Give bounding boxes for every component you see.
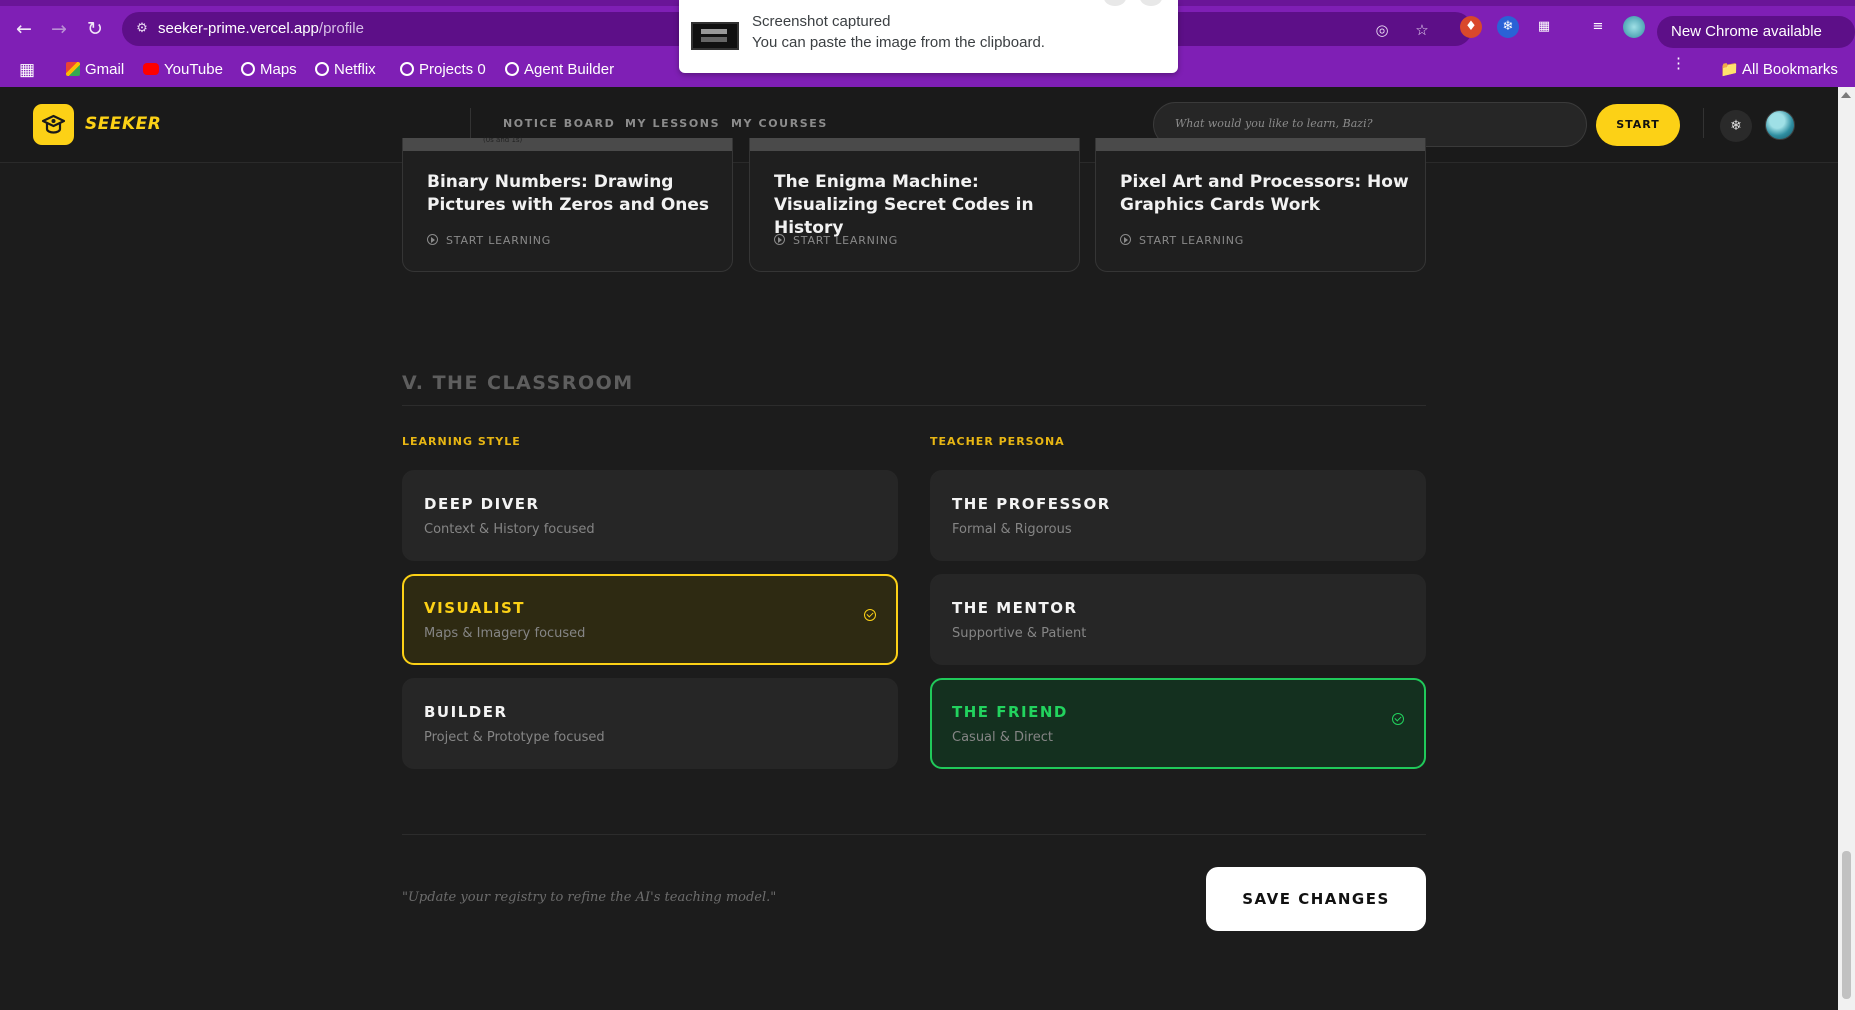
course-thumbnail: (0s and 1s) xyxy=(403,136,732,151)
course-thumbnail xyxy=(750,138,1079,151)
logo-text[interactable]: SEEKER xyxy=(85,114,161,134)
play-circle-icon xyxy=(774,234,785,245)
globe-icon xyxy=(505,62,519,76)
site-info-icon[interactable]: ⚙ xyxy=(132,19,152,39)
check-circle-icon xyxy=(864,609,876,621)
course-card[interactable]: Pixel Art and Processors: How Graphics C… xyxy=(1095,138,1426,272)
start-learning-link[interactable]: START LEARNING xyxy=(1120,234,1244,247)
logo-mark[interactable] xyxy=(33,104,74,145)
gmail-icon xyxy=(66,62,80,76)
bookmark-projects[interactable]: Projects 0 xyxy=(400,60,486,80)
screenshot-toast: Screenshot captured You can paste the im… xyxy=(679,0,1178,73)
folder-icon: 📁 xyxy=(1720,61,1739,78)
nav-divider xyxy=(470,108,471,138)
learning-style-label: LEARNING STYLE xyxy=(402,435,521,448)
option-title: THE FRIEND xyxy=(952,703,1068,721)
option-title: DEEP DIVER xyxy=(424,495,540,513)
search-placeholder: What would you like to learn, Bazi? xyxy=(1175,117,1373,130)
user-avatar[interactable] xyxy=(1765,110,1795,140)
bookmark-agent-builder[interactable]: Agent Builder xyxy=(505,60,614,80)
option-subtitle: Maps & Imagery focused xyxy=(424,626,586,641)
toast-action-icon[interactable] xyxy=(1104,0,1126,6)
page-scrollbar[interactable] xyxy=(1838,87,1855,1010)
course-card[interactable]: (0s and 1s) Binary Numbers: Drawing Pict… xyxy=(402,136,733,272)
toast-subtitle: You can paste the image from the clipboa… xyxy=(752,34,1045,51)
bookmark-netflix[interactable]: Netflix xyxy=(315,60,376,80)
thumbnail-caption: (0s and 1s) xyxy=(483,136,523,144)
forward-arrow-icon[interactable]: → xyxy=(46,16,72,42)
fox-extension-icon[interactable]: ♦ xyxy=(1460,16,1482,38)
option-subtitle: Casual & Direct xyxy=(952,730,1053,745)
puzzle-extension-icon[interactable]: ▦ xyxy=(1533,16,1555,38)
start-button[interactable]: START xyxy=(1596,104,1680,146)
toast-close-icon[interactable] xyxy=(1140,0,1162,6)
profile-avatar-icon[interactable] xyxy=(1623,16,1645,38)
back-arrow-icon[interactable]: ← xyxy=(11,16,37,42)
bookmark-maps[interactable]: Maps xyxy=(241,60,297,80)
all-bookmarks-button[interactable]: 📁 All Bookmarks xyxy=(1720,60,1838,80)
footer-quote: "Update your registry to refine the AI's… xyxy=(402,890,777,905)
option-subtitle: Project & Prototype focused xyxy=(424,730,605,745)
globe-icon xyxy=(315,62,329,76)
start-learning-link[interactable]: START LEARNING xyxy=(427,234,551,247)
page-viewport: SEEKER NOTICE BOARD MY LESSONS MY COURSE… xyxy=(0,87,1838,1010)
screenshot-thumbnail[interactable] xyxy=(691,22,739,50)
header-divider xyxy=(1703,108,1704,138)
reload-icon[interactable]: ↻ xyxy=(82,16,108,42)
option-title: THE MENTOR xyxy=(952,599,1078,617)
globe-icon xyxy=(241,62,255,76)
section-divider xyxy=(402,405,1426,406)
star-icon[interactable]: ☆ xyxy=(1412,20,1432,40)
course-title: Pixel Art and Processors: How Graphics C… xyxy=(1120,172,1409,215)
nav-my-courses[interactable]: MY COURSES xyxy=(731,117,828,130)
graduation-cap-icon xyxy=(41,114,66,134)
youtube-icon xyxy=(143,63,159,75)
eye-off-icon[interactable]: ◎ xyxy=(1372,20,1392,40)
section-title: V. THE CLASSROOM xyxy=(402,372,634,394)
play-circle-icon xyxy=(1120,234,1131,245)
teacher-persona-label: TEACHER PERSONA xyxy=(930,435,1065,448)
footer-divider xyxy=(402,834,1426,835)
option-title: VISUALIST xyxy=(424,599,525,617)
gear-extension-icon[interactable]: ❄ xyxy=(1497,16,1519,38)
settings-gear-icon[interactable]: ❄ xyxy=(1720,110,1752,142)
scrollbar-thumb[interactable] xyxy=(1842,851,1851,999)
bookmark-youtube[interactable]: YouTube xyxy=(143,60,223,80)
save-changes-button[interactable]: SAVE CHANGES xyxy=(1206,867,1426,931)
play-circle-icon xyxy=(427,234,438,245)
option-the-friend[interactable]: THE FRIEND Casual & Direct xyxy=(930,678,1426,769)
option-title: BUILDER xyxy=(424,703,508,721)
course-thumbnail xyxy=(1096,138,1425,151)
toast-title: Screenshot captured xyxy=(752,13,891,30)
option-title: THE PROFESSOR xyxy=(952,495,1111,513)
apps-grid-icon[interactable]: ▦ xyxy=(19,60,35,80)
nav-my-lessons[interactable]: MY LESSONS xyxy=(625,117,720,130)
media-control-icon[interactable]: ≡ xyxy=(1587,16,1609,38)
option-visualist[interactable]: VISUALIST Maps & Imagery focused xyxy=(402,574,898,665)
course-title: The Enigma Machine: Visualizing Secret C… xyxy=(774,172,1034,238)
option-deep-diver[interactable]: DEEP DIVER Context & History focused xyxy=(402,470,898,561)
nav-notice-board[interactable]: NOTICE BOARD xyxy=(503,117,615,130)
start-learning-link[interactable]: START LEARNING xyxy=(774,234,898,247)
option-subtitle: Formal & Rigorous xyxy=(952,522,1072,537)
globe-icon xyxy=(400,62,414,76)
course-card[interactable]: The Enigma Machine: Visualizing Secret C… xyxy=(749,138,1080,272)
scroll-up-arrow-icon[interactable] xyxy=(1841,92,1851,98)
bookmark-gmail[interactable]: Gmail xyxy=(66,60,124,80)
option-builder[interactable]: BUILDER Project & Prototype focused xyxy=(402,678,898,769)
new-chrome-button[interactable]: New Chrome available ⋮ xyxy=(1657,16,1855,72)
option-the-professor[interactable]: THE PROFESSOR Formal & Rigorous xyxy=(930,470,1426,561)
course-title: Binary Numbers: Drawing Pictures with Ze… xyxy=(427,172,710,215)
option-the-mentor[interactable]: THE MENTOR Supportive & Patient xyxy=(930,574,1426,665)
url-text: seeker-prime.vercel.app/profile xyxy=(158,20,364,37)
option-subtitle: Supportive & Patient xyxy=(952,626,1087,641)
check-circle-icon xyxy=(1392,713,1404,725)
option-subtitle: Context & History focused xyxy=(424,522,595,537)
